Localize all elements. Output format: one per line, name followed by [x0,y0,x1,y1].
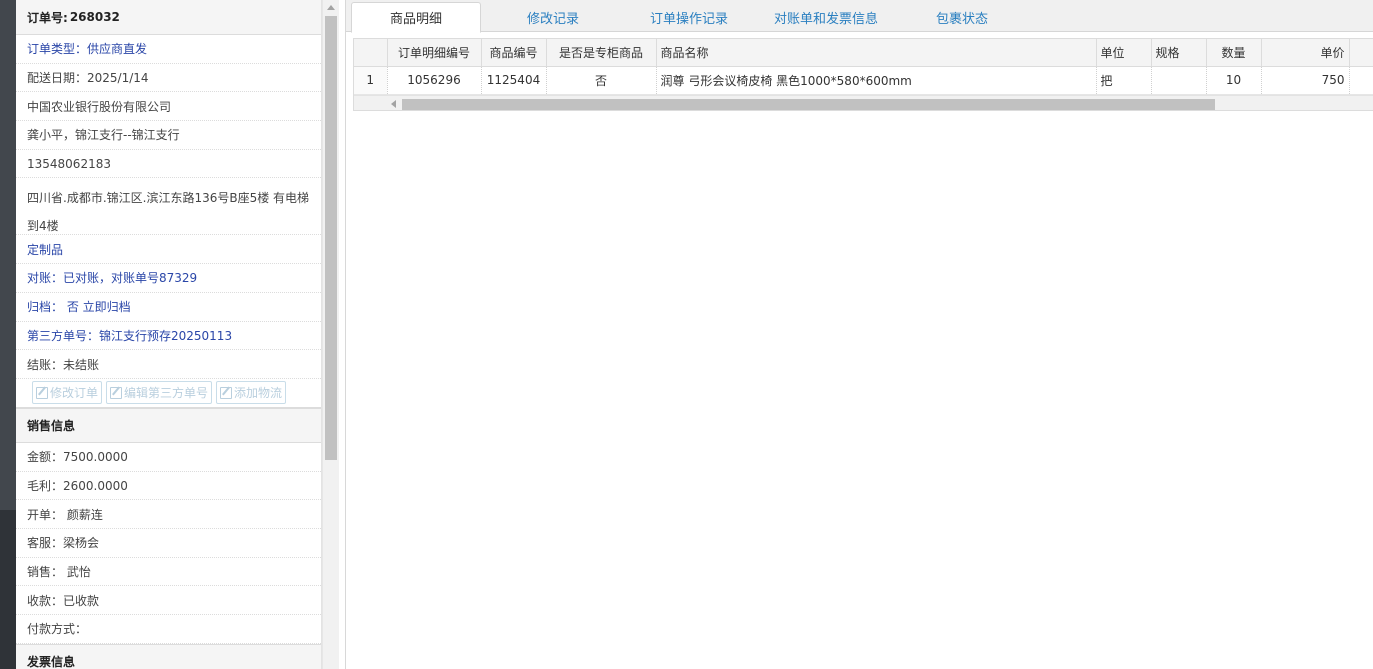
left-panel-scrollbar[interactable] [322,0,339,669]
action-buttons: 修改订单 编辑第三方单号 添加物流 [16,379,321,408]
left-dark-strip [0,0,16,669]
amount-row: 金额：7500.0000 [16,443,321,472]
row-index: 1 [354,66,388,95]
col-header-product-name[interactable]: 商品名称 [656,39,1097,67]
tab-statement-invoice[interactable]: 对账单和发票信息 [766,2,886,32]
product-grid: 订单明细编号 商品编号 是否是专柜商品 商品名称 单位 规格 数量 单价 1 1… [353,38,1373,111]
payment-status-row: 收款：已收款 [16,586,321,615]
edit-icon [110,386,123,399]
sales-info-header: 销售信息 [16,407,321,443]
add-logistics-button[interactable]: 添加物流 [216,381,287,405]
cell-counter-product: 否 [546,66,657,95]
col-header-index [354,39,388,67]
cell-product-name[interactable]: 润尊 弓形会议椅皮椅 黑色1000*580*600mm [656,66,1097,95]
order-number-header: 订单号: 268032 [16,0,321,35]
col-header-unit-price[interactable]: 单价 [1261,39,1350,67]
col-header-quantity[interactable]: 数量 [1206,39,1262,67]
col-header-counter-product[interactable]: 是否是专柜商品 [546,39,657,67]
cell-product-id[interactable]: 1125404 [481,66,547,95]
salesperson-row: 销售： 武怡 [16,558,321,587]
col-header-product-id[interactable]: 商品编号 [481,39,547,67]
edit-icon [220,386,233,399]
detail-panel: 商品明细 修改记录 订单操作记录 对账单和发票信息 包裹状态 订单明细编号 商品… [346,0,1373,669]
tab-product-details[interactable]: 商品明细 [351,2,481,33]
tab-modification-log[interactable]: 修改记录 [496,2,610,32]
order-number-value: 268032 [69,10,120,24]
cell-unit: 把 [1096,66,1152,95]
scroll-left-arrow-icon[interactable] [391,100,396,108]
strip-upper [0,0,16,510]
order-info-panel: 订单号: 268032 订单类型：供应商直发 配送日期：2025/1/14 中国… [16,0,322,669]
gross-profit-row: 毛利：2600.0000 [16,472,321,501]
order-type-row: 订单类型：供应商直发 [16,35,321,64]
invoice-info-header: 发票信息 [16,643,321,669]
reconciliation-row[interactable]: 对账：已对账，对账单号87329 [16,264,321,293]
address-row: 四川省.成都市.锦江区.滨江东路136号B座5楼 有电梯到4楼 [16,178,321,236]
col-header-overflow [1349,39,1373,67]
col-header-unit[interactable]: 单位 [1096,39,1152,67]
phone-row: 13548062183 [16,150,321,179]
third-party-number-row[interactable]: 第三方单号：锦江支行预存20250113 [16,322,321,351]
table-row[interactable]: 1 1056296 1125404 否 润尊 弓形会议椅皮椅 黑色1000*58… [354,66,1373,95]
cell-overflow [1349,66,1373,95]
edit-third-party-button[interactable]: 编辑第三方单号 [106,381,213,405]
panel-divider [339,0,346,669]
scroll-up-arrow-icon[interactable] [327,5,335,10]
delivery-date-row: 配送日期：2025/1/14 [16,64,321,93]
payment-method-row: 付款方式： [16,615,321,644]
settlement-row: 结账：未结账 [16,350,321,379]
edit-order-label: 修改订单 [50,386,99,401]
horizontal-scrollbar-thumb[interactable] [402,99,1215,110]
cell-unit-price: 750 [1261,66,1350,95]
col-header-spec[interactable]: 规格 [1151,39,1207,67]
cell-spec [1151,66,1207,95]
table-header-row: 订单明细编号 商品编号 是否是专柜商品 商品名称 单位 规格 数量 单价 [354,39,1373,67]
order-number-label: 订单号: [27,10,68,25]
contact-row: 龚小平，锦江支行--锦江支行 [16,121,321,150]
edit-order-button[interactable]: 修改订单 [32,381,103,405]
product-table: 订单明细编号 商品编号 是否是专柜商品 商品名称 单位 规格 数量 单价 1 1… [354,39,1373,95]
strip-lower [0,510,16,669]
archive-row[interactable]: 归档： 否 立即归档 [16,293,321,322]
add-logistics-label: 添加物流 [234,386,283,401]
issuer-row: 开单： 颜薪连 [16,500,321,529]
tab-package-status[interactable]: 包裹状态 [906,2,1018,32]
company-row: 中国农业银行股份有限公司 [16,92,321,122]
edit-icon [36,386,48,399]
customer-service-row: 客服：梁杨会 [16,529,321,558]
grid-horizontal-scrollbar[interactable] [354,95,1373,110]
tab-order-operation-log[interactable]: 订单操作记录 [626,2,752,32]
cell-quantity: 10 [1206,66,1262,95]
edit-third-party-label: 编辑第三方单号 [124,386,209,401]
col-header-detail-id[interactable]: 订单明细编号 [387,39,482,67]
scrollbar-thumb[interactable] [325,16,337,460]
cell-detail-id: 1056296 [387,66,482,95]
tab-bar: 商品明细 修改记录 订单操作记录 对账单和发票信息 包裹状态 [346,0,1373,33]
